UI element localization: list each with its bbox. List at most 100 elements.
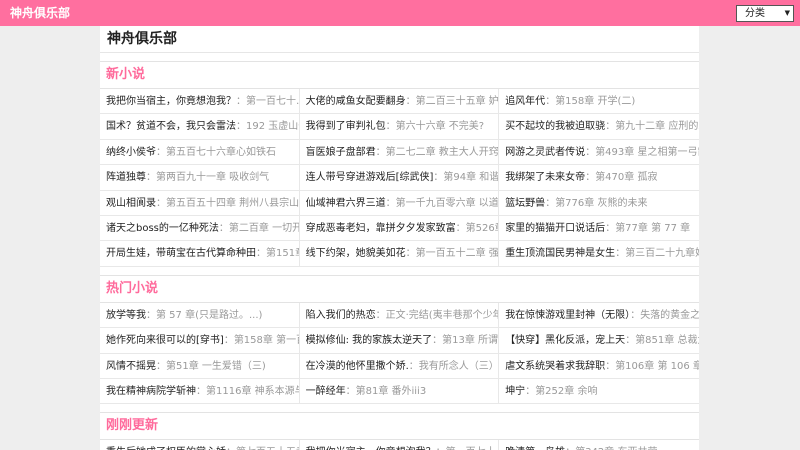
latest-chapter-link[interactable]: 第1116章 神系本源与… [206, 386, 299, 397]
separator: ： [196, 385, 206, 397]
novel-title-link[interactable]: 大佬的咸鱼女配要翻身 [306, 96, 406, 107]
category-select[interactable]: 分类 ▼ [736, 5, 794, 22]
novel-title-link[interactable]: 我把你当宿主，你竟想泡我？ [106, 96, 236, 107]
latest-chapter-link[interactable]: 第一千九百零六章 以道追光 [396, 198, 499, 209]
novel-title-link[interactable]: 阵道独尊 [106, 172, 146, 183]
novel-title-link[interactable]: 【快穿】黑化反派，宠上天 [505, 335, 625, 346]
latest-chapter-link[interactable]: 第九十二章 应刑的承诺 [615, 121, 699, 132]
novel-title-link[interactable]: 我绑架了未来女帝 [505, 172, 585, 183]
novel-title-link[interactable]: 家里的猫猫开口说话后 [505, 223, 605, 234]
latest-chapter-link[interactable]: 第252章 余响 [535, 386, 597, 397]
novel-list-item: 在冷漠的他怀里撒个娇.：我有所念人（三） [299, 353, 500, 379]
latest-chapter-link[interactable]: 第二七二章 教主大人开窍了 [386, 147, 499, 158]
latest-chapter-link[interactable]: 第493章 星之相第一弓箭… [595, 147, 699, 158]
separator: ： [433, 172, 444, 184]
latest-chapter-link[interactable]: 第106章 第 106 章 [615, 361, 699, 372]
latest-chapter-link[interactable]: 第两百九十一章 吸收剑气 [156, 172, 269, 183]
novel-list-item: 买不起坟的我被迫取骁：第九十二章 应刑的承诺 [499, 114, 699, 140]
novel-title-link[interactable]: 篮坛野兽 [505, 198, 545, 209]
novel-list-item: 陷入我们的热恋：正文·完结(夷丰巷那个少年… [299, 302, 500, 329]
novel-title-link[interactable]: 风情不摇晃 [106, 361, 156, 372]
novel-title-link[interactable]: 穿成恶毒老妇，靠拼夕夕发家致富 [306, 223, 456, 234]
latest-chapter-link[interactable]: 我有所念人（三） [419, 361, 498, 372]
latest-chapter-link[interactable]: 第77章 第 77 章 [615, 223, 690, 234]
latest-chapter-link[interactable]: 第158章 第一百… [234, 335, 299, 346]
separator: ： [625, 335, 636, 347]
latest-chapter-link[interactable]: 第一百七十… [246, 96, 299, 107]
novel-title-link[interactable]: 线下约架，她貌美如花 [306, 248, 406, 259]
novel-title-link[interactable]: 盲医娘子盘部君 [306, 147, 376, 158]
latest-chapter-link[interactable]: 第三百二十九章婚… [625, 248, 699, 259]
chevron-down-icon: ▼ [784, 9, 790, 17]
novel-title-link[interactable]: 国术？贫道不会，我只会雷法 [106, 121, 236, 132]
novel-list-item: 篮坛野兽：第776章 灰熊的未来 [499, 191, 699, 216]
novel-title-link[interactable]: 纳终小侯爷 [106, 147, 156, 158]
novel-title-link[interactable]: 陷入我们的热恋 [306, 310, 376, 321]
latest-chapter-link[interactable]: 第二百章 一切开… [229, 223, 299, 234]
novel-title-link[interactable]: 连人带号穿进游戏后[综武侠] [306, 172, 434, 183]
novel-list-item: 她作死向来很可以的[穿书]：第158章 第一百… [100, 328, 300, 354]
latest-chapter-link[interactable]: 第81章 番外iii3 [356, 386, 427, 397]
novel-title-link[interactable]: 一醉经年 [306, 386, 346, 397]
latest-chapter-link[interactable]: 第 57 章(只是路过。...) [156, 310, 262, 321]
separator: ： [432, 335, 443, 347]
latest-chapter-link[interactable]: 第470章 孤寂 [595, 172, 657, 183]
novel-title-link[interactable]: 观山相阆录 [106, 198, 156, 209]
novel-title-link[interactable]: 买不起坟的我被迫取骁 [505, 121, 605, 132]
novel-list-item: 我把你当宿主，你竟想泡我？：第一百七十… [300, 440, 500, 450]
latest-chapter-link[interactable]: 第158章 开学(二) [555, 96, 635, 107]
novel-list-item: 坤宁：第252章 余响 [499, 379, 699, 405]
latest-chapter-link[interactable]: 第776章 灰熊的未来 [555, 198, 647, 209]
latest-chapter-link[interactable]: 第94章 和谐相处 [443, 172, 498, 183]
separator: ： [455, 222, 466, 234]
novel-title-link[interactable]: 网游之灵武者传说 [505, 147, 585, 158]
latest-chapter-link[interactable]: 第151章… [266, 248, 299, 259]
separator: ： [156, 146, 166, 158]
separator: ： [585, 146, 596, 158]
novel-list-item: 大佬的咸鱼女配要翻身：第二百三十五章 妒忌 [299, 89, 500, 115]
novel-list-item: 观山相阆录：第五百五十四章 荆州八县宗山蛆峡 [100, 190, 300, 216]
separator: ： [385, 121, 396, 133]
novel-title-link[interactable]: 我在精神病院学斩神 [106, 386, 196, 397]
latest-chapter-link[interactable]: 第六十六章 不完美? [396, 121, 485, 132]
novel-title-link[interactable]: 在冷漠的他怀里撒个娇. [306, 361, 409, 372]
latest-chapter-link[interactable]: 第二百三十五章 妒忌 [416, 96, 499, 107]
novel-title-link[interactable]: 坤宁 [505, 386, 525, 397]
latest-chapter-link[interactable]: 第526章 … [466, 223, 499, 234]
novel-title-link[interactable]: 重生顶流国民男神是女生 [505, 248, 615, 259]
separator: ： [345, 385, 356, 397]
novel-title-link[interactable]: 模拟修仙: 我的家族太逆天了 [306, 335, 433, 346]
novel-title-link[interactable]: 她作死向来很可以的[穿书] [106, 335, 224, 346]
novel-list-item: 【快穿】黑化反派，宠上天：第851章 总裁大… [499, 328, 699, 354]
novel-list-item: 国术？贫道不会，我只会雷法：192 玉虚山开… [100, 114, 300, 140]
novel-title-link[interactable]: 开局生娃，带萌宝在古代算命种田 [106, 248, 256, 259]
novel-title-link[interactable]: 诸天之boss的一亿种死法 [106, 223, 219, 234]
novel-title-link[interactable]: 我在惊悚游戏里封神（无限） [505, 310, 630, 321]
separator: ： [146, 309, 156, 321]
latest-chapter-link[interactable]: 失落的黄金之… [640, 310, 699, 321]
novel-list-item: 线下约架，她貌美如花：第一百五十二章 强迫… [299, 241, 500, 267]
novel-title-link[interactable]: 我得到了审判礼包 [306, 121, 386, 132]
novel-title-link[interactable]: 追风年代 [505, 96, 545, 107]
latest-chapter-link[interactable]: 第13章 所谓… [442, 335, 498, 346]
novel-title-link[interactable]: 虐文系统哭着求我辞职 [505, 361, 605, 372]
latest-chapter-link[interactable]: 正文·完结(夷丰巷那个少年… [386, 310, 499, 321]
separator: ： [375, 146, 386, 158]
latest-chapter-link[interactable]: 第五百七十六章心如铁石 [166, 147, 276, 158]
latest-chapter-link[interactable]: 192 玉虚山开… [246, 121, 299, 132]
latest-chapter-link[interactable]: 第851章 总裁大… [635, 335, 699, 346]
novel-list-item: 仙域神君六界三道：第一千九百零六章 以道追光 [299, 190, 500, 216]
novel-list-item: 我得到了审判礼包：第六十六章 不完美? [299, 114, 500, 140]
separator: ： [385, 197, 396, 209]
separator: ： [375, 309, 386, 321]
latest-chapter-link[interactable]: 第一百五十二章 强迫… [416, 248, 499, 259]
novel-list-item: 穿成恶毒老妇，靠拼夕夕发家致富：第526章 … [299, 215, 500, 242]
latest-chapter-link[interactable]: 第51章 一生爱错（三) [166, 361, 266, 372]
separator: ： [146, 172, 156, 184]
separator: ： [525, 385, 536, 397]
separator: ： [405, 96, 416, 107]
novel-title-link[interactable]: 放学等我 [106, 310, 146, 321]
novel-title-link[interactable]: 仙域神君六界三道 [306, 198, 386, 209]
site-brand[interactable]: 神舟俱乐部 [10, 6, 70, 20]
latest-chapter-link[interactable]: 第五百五十四章 荆州八县宗山蛆峡 [166, 198, 299, 209]
